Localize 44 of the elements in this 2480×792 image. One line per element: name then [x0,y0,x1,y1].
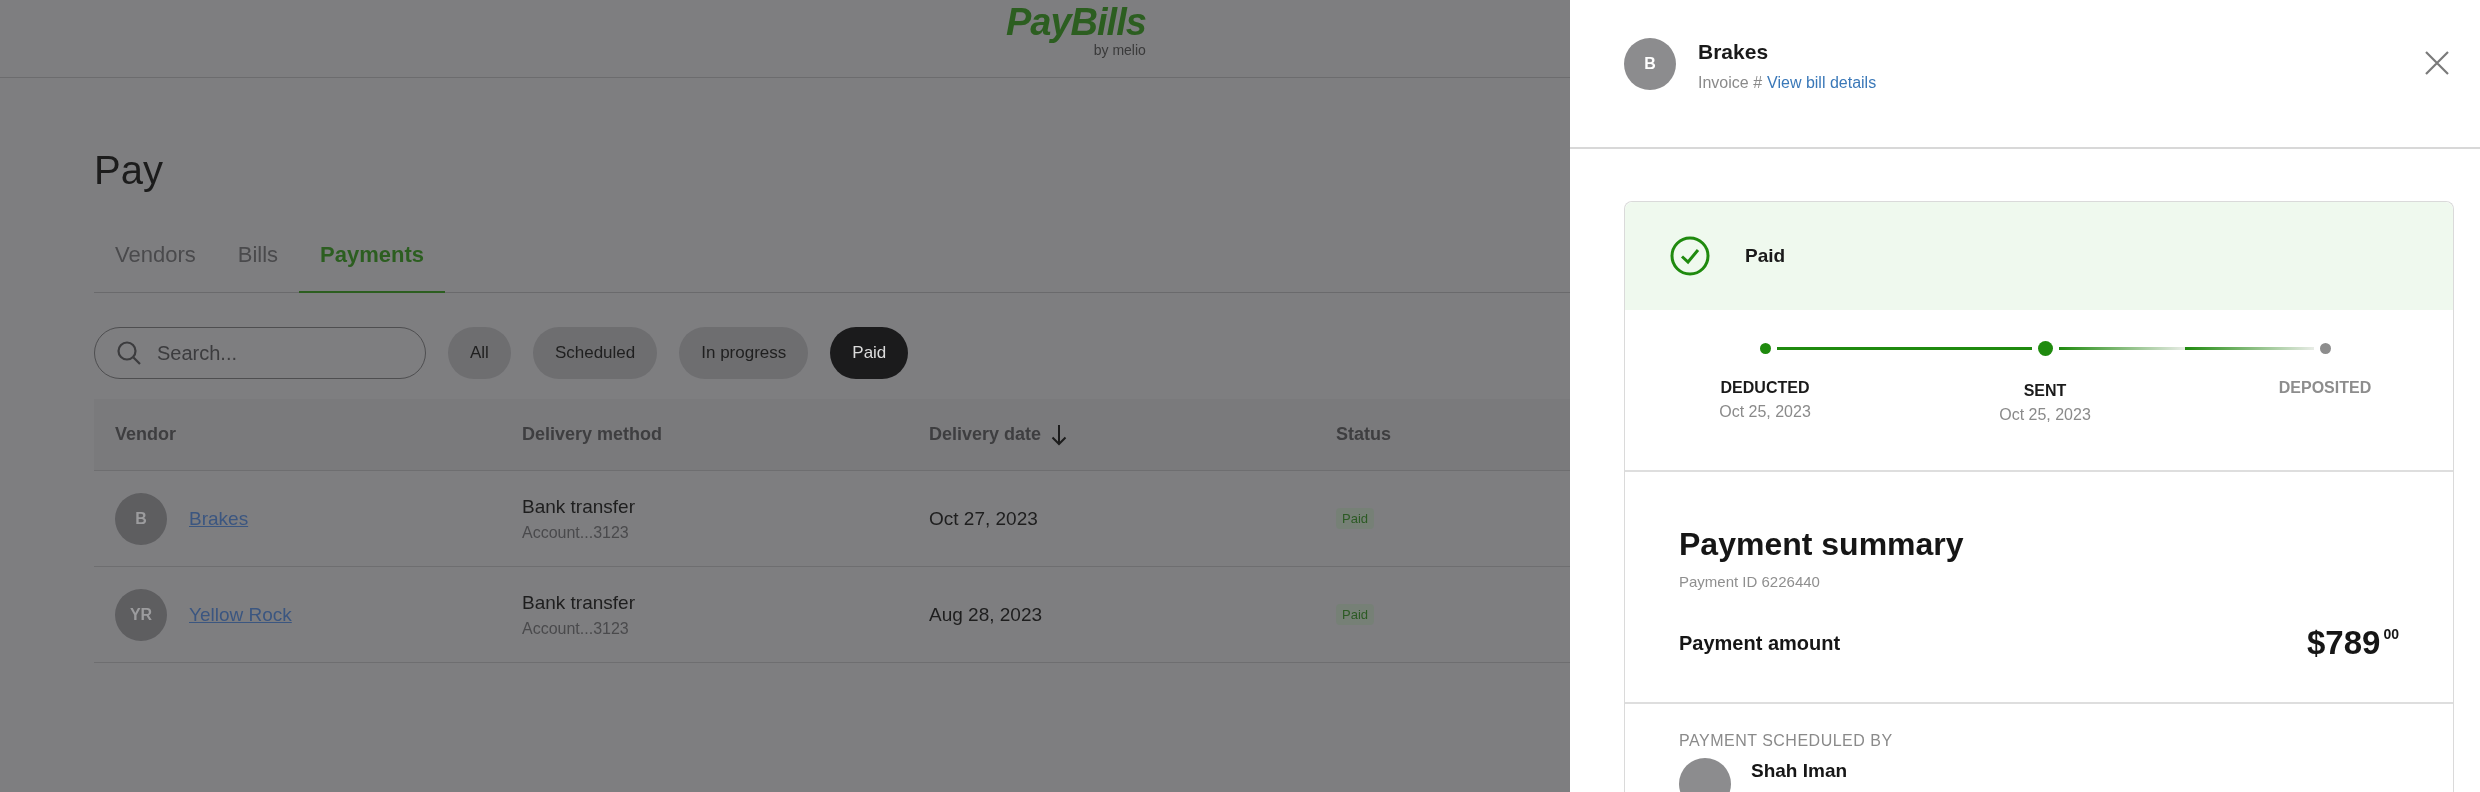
vendor-avatar: B [1624,38,1676,90]
step-label: DEPOSITED [2278,379,2372,397]
amount-cents: 00 [2383,626,2399,642]
vendor-avatar: B [115,492,167,545]
filter-chip[interactable]: Paid [830,327,909,379]
step-label: SENT [2023,382,2067,400]
filter-chip[interactable]: Scheduled [532,327,658,379]
delivery-date: Oct 27, 2023 [929,507,1039,530]
step-label: DEDUCTED [1720,379,1810,397]
status-badge: Paid [1336,604,1375,625]
logo-subtext: by melio [1093,42,1146,58]
delivery-date: Aug 28, 2023 [929,603,1044,626]
vendor-avatar: YR [115,588,167,641]
search-field[interactable]: Search... [94,327,426,379]
section-label: PAYMENT SCHEDULED BY [1679,732,1894,750]
filter-chip[interactable]: In progress [679,327,809,379]
delivery-method: Bank transfer [522,495,636,518]
summary-title: Payment summary [1679,526,1965,563]
status-text: Paid [1745,245,1786,267]
filter-chip[interactable]: All [448,327,511,379]
column-header[interactable]: Vendor [115,424,176,445]
bill-details-link[interactable]: View bill details [1767,74,1877,92]
delivery-method: Bank transfer [522,591,636,614]
sort-arrow-icon[interactable] [1051,423,1068,446]
column-header[interactable]: Delivery date [929,424,1042,445]
vendor-link[interactable]: Brakes [189,507,249,530]
tab[interactable]: Payments [299,240,446,293]
status-badge: Paid [1336,508,1375,529]
column-header[interactable]: Delivery method [522,424,663,445]
column-header[interactable]: Status [1336,424,1391,445]
page-title: Pay [94,148,164,192]
user-name: Shah Iman [1751,760,1848,782]
search-icon [116,340,142,366]
invoice-label: Invoice # [1698,74,1763,92]
payment-amount: $789 [2307,624,2381,662]
logo-text: PayBills [1006,2,1146,42]
step-date: Oct 25, 2023 [1999,406,2091,424]
vendor-link[interactable]: Yellow Rock [189,603,292,626]
payment-id: Payment ID 6226440 [1679,573,1821,590]
check-circle-icon [1670,236,1710,276]
panel-title: Brakes [1698,40,1770,64]
amount-label: Payment amount [1679,631,1841,655]
step-date: Oct 25, 2023 [1719,403,1811,421]
close-button[interactable] [2424,50,2450,76]
